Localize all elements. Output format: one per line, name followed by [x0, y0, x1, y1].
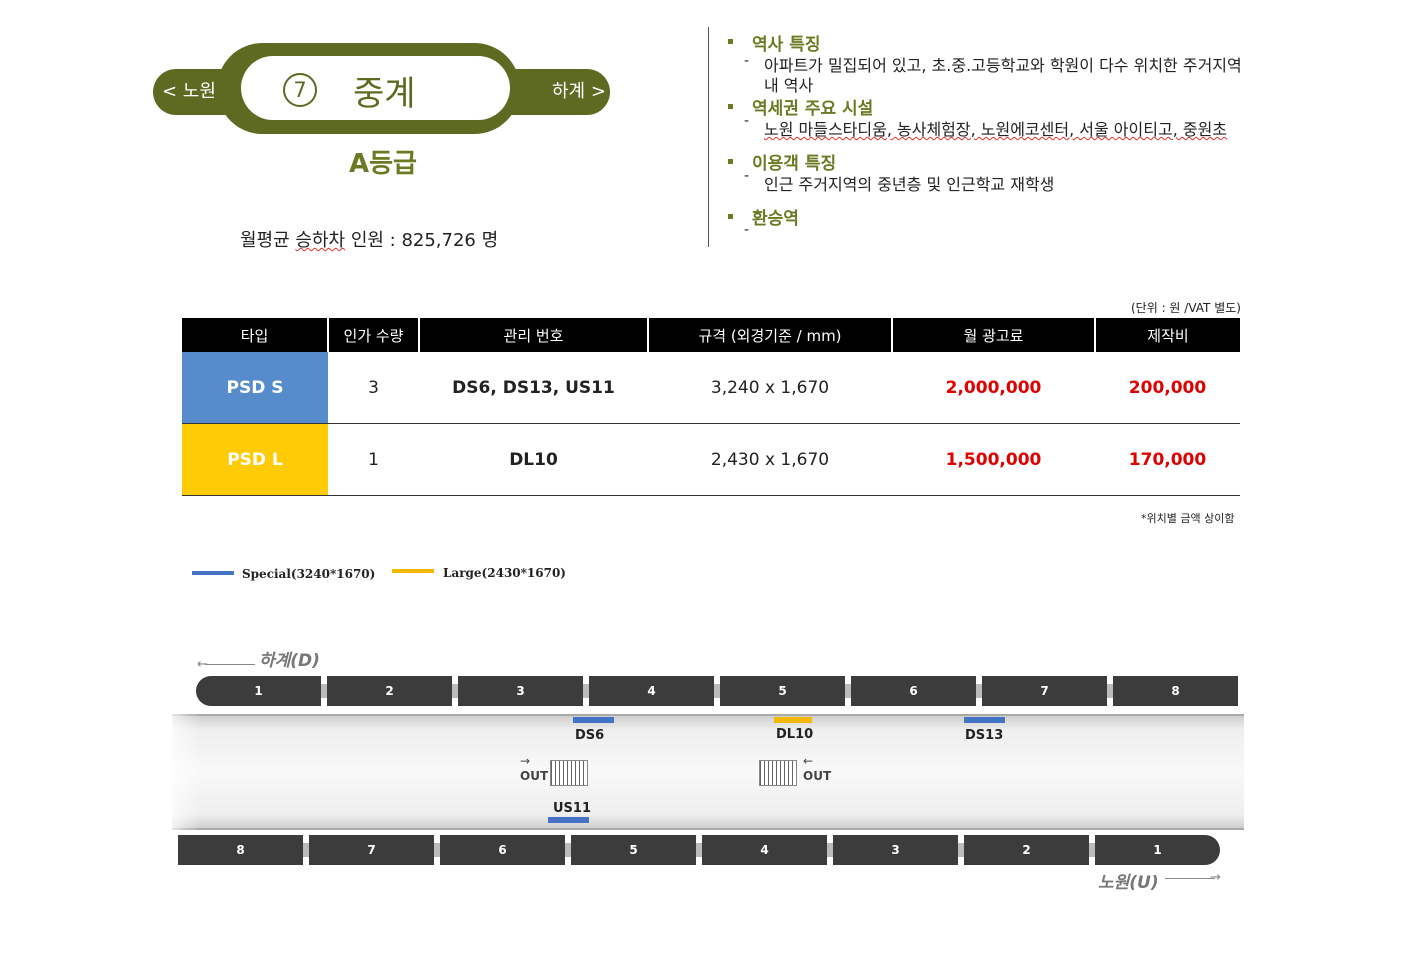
exit-label: OUT	[520, 769, 549, 783]
dash-icon: -	[744, 113, 750, 129]
codes-cell: DL10	[419, 423, 648, 496]
train-car: 4	[589, 676, 714, 706]
train-car: 1	[1095, 835, 1220, 865]
position-marker-ds13	[964, 717, 1005, 723]
codes-cell: DS6, DS13, US11	[419, 352, 648, 424]
qty-cell: 1	[328, 423, 419, 496]
legend-special-swatch	[192, 571, 234, 575]
bullet-icon	[728, 214, 733, 219]
platform	[172, 714, 1244, 830]
col-header-type: 타입	[182, 318, 328, 352]
col-header-codes: 관리 번호	[418, 318, 648, 352]
train-car: 8	[178, 835, 303, 865]
position-label-us11: US11	[553, 801, 592, 816]
legend-large-label: Large(2430*1670)	[443, 566, 566, 580]
table-row: PSD L 1 DL10 2,430 x 1,670 1,500,000 170…	[182, 423, 1240, 496]
train-car: 3	[833, 835, 958, 865]
monthly-ridership: 월평균 승하차 인원 : 825,726 명	[240, 226, 498, 252]
arrow-left-icon: ←	[803, 754, 814, 768]
type-cell: PSD L	[182, 423, 328, 496]
train-car: 6	[851, 676, 976, 706]
col-header-monthly: 월 광고료	[891, 318, 1095, 352]
arrow-right-icon: →	[520, 754, 531, 768]
type-cell: PSD S	[182, 352, 328, 424]
position-label-ds13: DS13	[965, 728, 1004, 743]
monthly-price-cell: 1,500,000	[892, 423, 1095, 496]
direction-label-bottom: 노원(U)	[1098, 873, 1159, 893]
train-car: 3	[458, 676, 583, 706]
spec-table: 타입 인가 수량 관리 번호 규격 (외경기준 / mm) 월 광고료 제작비 …	[182, 318, 1240, 496]
bullet-icon	[728, 159, 733, 164]
next-station-link[interactable]: 하계 >	[552, 77, 606, 103]
train-car: 1	[196, 676, 321, 706]
table-row: PSD S 3 DS6, DS13, US11 3,240 x 1,670 2,…	[182, 352, 1240, 424]
station-name: 중계	[353, 74, 416, 114]
section-item: 노원 마들스타디움, 농사체험장, 노원에코센터, 서울 아이티고, 중원초	[764, 120, 1228, 139]
train-car: 4	[702, 835, 827, 865]
train-car: 8	[1113, 676, 1238, 706]
col-header-size: 규격 (외경기준 / mm)	[647, 318, 892, 352]
unit-note: (단위 : 원 /VAT 별도)	[1131, 301, 1241, 315]
production-price-cell: 170,000	[1095, 423, 1240, 496]
prev-station-link[interactable]: < 노원	[162, 77, 216, 103]
train-car: 7	[309, 835, 434, 865]
arrow-left-icon: ←	[197, 657, 208, 672]
info-divider	[708, 27, 709, 247]
monthly-label-post: 인원 : 825,726 명	[345, 230, 499, 251]
section-item: 아파트가 밀집되어 있고, 초.중.고등학교와 학원이 다수 위치한 주거지역	[764, 56, 1242, 75]
train-car: 5	[720, 676, 845, 706]
arrow-right-icon: →	[1210, 870, 1221, 885]
dash-icon: -	[744, 53, 750, 69]
station-number: 7	[283, 73, 317, 107]
direction-label-top: 하계(D)	[259, 651, 320, 671]
monthly-label-wavy: 승하차	[295, 230, 346, 251]
size-cell: 3,240 x 1,670	[648, 352, 892, 424]
train-car: 6	[440, 835, 565, 865]
train-car: 7	[982, 676, 1107, 706]
station-grade: A등급	[349, 149, 417, 179]
position-marker-us11	[548, 817, 589, 823]
bullet-icon	[728, 39, 733, 44]
section-title-transfer: 환승역	[752, 209, 799, 229]
position-marker-ds6	[573, 717, 614, 723]
qty-cell: 3	[328, 352, 419, 424]
position-label-ds6: DS6	[575, 728, 605, 743]
direction-arrow-right	[1165, 878, 1215, 879]
legend-large-swatch	[392, 569, 434, 573]
legend-special-label: Special(3240*1670)	[242, 567, 376, 581]
stairs-icon	[759, 760, 797, 786]
col-header-qty: 인가 수량	[327, 318, 419, 352]
train-car: 5	[571, 835, 696, 865]
platform-edge	[160, 714, 200, 830]
direction-arrow-left	[205, 664, 255, 665]
dash-icon: -	[744, 222, 750, 238]
table-header-row: 타입 인가 수량 관리 번호 규격 (외경기준 / mm) 월 광고료 제작비	[182, 318, 1240, 352]
train-car: 2	[327, 676, 452, 706]
monthly-price-cell: 2,000,000	[892, 352, 1095, 424]
production-price-cell: 200,000	[1095, 352, 1240, 424]
dash-icon: -	[744, 168, 750, 184]
bullet-icon	[728, 104, 733, 109]
position-marker-dl10	[774, 717, 812, 723]
section-item: 내 역사	[764, 76, 814, 95]
price-note: *위치별 금액 상이함	[1141, 512, 1235, 525]
size-cell: 2,430 x 1,670	[648, 423, 892, 496]
exit-label: OUT	[803, 769, 832, 783]
col-header-production: 제작비	[1094, 318, 1240, 352]
stairs-icon	[550, 760, 588, 786]
train-car: 2	[964, 835, 1089, 865]
monthly-label-pre: 월평균	[240, 230, 296, 251]
position-label-dl10: DL10	[776, 727, 814, 742]
section-item: 인근 주거지역의 중년층 및 인근학교 재학생	[764, 175, 1055, 194]
